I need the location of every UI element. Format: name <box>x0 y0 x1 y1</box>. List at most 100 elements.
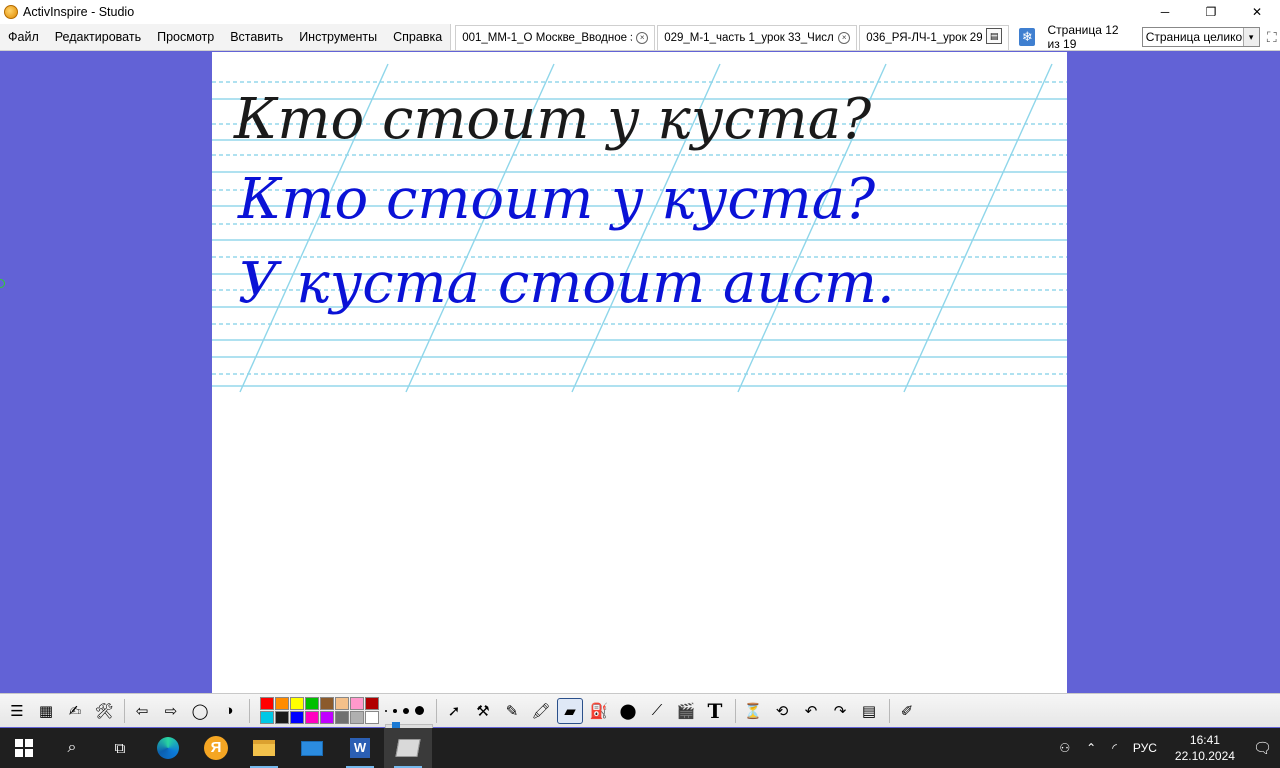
redo-icon[interactable]: ↷ <box>827 698 853 724</box>
clock-date: 22.10.2024 <box>1174 749 1235 763</box>
window-title: ActivInspire - Studio <box>23 5 135 19</box>
color-swatch[interactable] <box>365 711 379 724</box>
shape-icon[interactable]: ⬤ <box>615 698 641 724</box>
mail-icon[interactable] <box>288 728 336 768</box>
task-view-icon[interactable]: ⧉ <box>96 728 144 768</box>
start-button[interactable] <box>0 728 48 768</box>
word-icon[interactable]: W <box>336 728 384 768</box>
handwriting-sheet: Кто стоит у куста? Кто стоит у куста? У … <box>212 63 1067 393</box>
flipchart-page[interactable]: Кто стоит у куста? Кто стоит у куста? У … <box>212 52 1067 693</box>
color-swatch[interactable] <box>260 711 274 724</box>
eraser-icon[interactable]: ▰ <box>557 697 583 724</box>
folder-shape <box>253 740 275 756</box>
flipchart-settings-icon[interactable]: ❄ <box>1019 28 1036 46</box>
desktop-annotate-icon[interactable]: ✍ <box>62 698 88 724</box>
menu-view[interactable]: Просмотр <box>149 24 222 50</box>
highlighter-icon[interactable]: 🖍 <box>528 698 554 724</box>
desktop-tools-icon[interactable]: 🛠 <box>91 698 117 724</box>
pen-width-picker[interactable] <box>385 706 433 732</box>
page-counter: Страница 12 из 19 <box>1047 23 1119 51</box>
document-tab[interactable]: 001_ММ-1_О Москве_Вводное зан × <box>455 25 656 50</box>
resource-library-icon[interactable]: 🎬 <box>673 698 699 724</box>
fill-icon[interactable]: ⛽ <box>586 698 612 724</box>
previous-page-icon[interactable]: ⇦ <box>129 698 155 724</box>
chevron-down-icon[interactable]: ▾ <box>1242 28 1259 46</box>
activinspire-taskbar-icon[interactable] <box>384 728 432 768</box>
separator <box>889 698 890 723</box>
file-explorer-icon[interactable] <box>240 728 288 768</box>
pen-size-option[interactable] <box>403 707 409 714</box>
page-notes-icon[interactable]: ▤ <box>856 698 882 724</box>
pen-size-option[interactable] <box>393 708 397 713</box>
notifications-icon[interactable]: 🗨 <box>1245 739 1280 757</box>
pen-size-option[interactable] <box>385 709 387 712</box>
tab-label: 001_ММ-1_О Москве_Вводное зан <box>462 32 633 44</box>
document-tab[interactable]: 029_М-1_часть 1_урок 33_Число × <box>657 25 858 50</box>
menu-edit[interactable]: Редактировать <box>47 24 149 50</box>
menu-file[interactable]: Файл <box>0 24 47 50</box>
window-controls: ─ ❐ ✕ <box>1142 0 1280 24</box>
separator <box>735 698 736 723</box>
color-swatch[interactable] <box>365 697 379 710</box>
color-swatch[interactable] <box>290 711 304 724</box>
pen-size-option[interactable] <box>415 706 424 715</box>
activinspire-app-icon <box>4 5 18 19</box>
play-icon[interactable]: ◯ <box>187 698 213 724</box>
search-icon[interactable]: ⌕ <box>48 728 96 768</box>
text-tool-icon[interactable]: T <box>702 698 728 724</box>
zoom-select[interactable]: Страница целиком ▾ <box>1141 27 1260 47</box>
next-page-icon[interactable]: ⇨ <box>158 698 184 724</box>
fullscreen-icon[interactable]: ⛶ <box>1264 27 1280 47</box>
reset-page-icon[interactable]: ⟲ <box>769 698 795 724</box>
color-swatch[interactable] <box>305 711 319 724</box>
color-swatch[interactable] <box>320 697 334 710</box>
separator <box>436 698 437 723</box>
main-toolbox: ☰ ▦ ✍ 🛠 ⇦ ⇨ ◯ ◑ ➚ ⚒ ✎ 🖍 ▰ ⛽ ⬤ ⟋ 🎬 T ⏳ ⟲ … <box>0 693 1280 732</box>
pen-icon[interactable]: ✎ <box>499 698 525 724</box>
minimize-button[interactable]: ─ <box>1142 0 1188 24</box>
wifi-icon[interactable]: ◜ <box>1104 741 1125 755</box>
color-swatch[interactable] <box>275 711 289 724</box>
system-clock[interactable]: 16:41 22.10.2024 <box>1165 732 1245 764</box>
menu-tools[interactable]: Инструменты <box>291 24 385 50</box>
menu-tab-bar: Файл Редактировать Просмотр Вставить Инс… <box>0 23 1280 51</box>
clear-icon[interactable]: ⏳ <box>740 698 766 724</box>
color-swatch[interactable] <box>260 697 274 710</box>
edge-browser-icon[interactable] <box>144 728 192 768</box>
tab-label: 036_РЯ-ЛЧ-1_урок 29_ <box>866 32 983 44</box>
color-swatch[interactable] <box>305 697 319 710</box>
menu-help[interactable]: Справка <box>385 24 450 50</box>
windows-logo-icon <box>15 739 33 757</box>
document-tab-active[interactable]: 036_РЯ-ЛЧ-1_урок 29_ ▤ <box>859 25 1010 50</box>
menu-bar: Файл Редактировать Просмотр Вставить Инс… <box>0 24 452 50</box>
undo-icon[interactable]: ↶ <box>798 698 824 724</box>
color-swatch[interactable] <box>335 711 349 724</box>
tab-close-icon[interactable]: × <box>838 32 851 44</box>
input-language[interactable]: РУС <box>1125 741 1165 755</box>
maximize-button[interactable]: ❐ <box>1188 0 1234 24</box>
close-button[interactable]: ✕ <box>1234 0 1280 24</box>
color-swatch[interactable] <box>350 711 364 724</box>
select-pointer-icon[interactable]: ➚ <box>441 698 467 724</box>
separator <box>249 698 250 723</box>
color-swatch[interactable] <box>290 697 304 710</box>
color-swatch[interactable] <box>335 697 349 710</box>
menu-insert[interactable]: Вставить <box>222 24 291 50</box>
edge-logo <box>157 737 179 759</box>
tab-list-icon[interactable]: ▤ <box>986 28 1003 44</box>
color-swatch[interactable] <box>320 711 334 724</box>
page-extension-icon[interactable]: ◑ <box>216 698 242 724</box>
main-menu-icon[interactable]: ☰ <box>4 698 30 724</box>
color-swatch[interactable] <box>350 697 364 710</box>
tools-icon[interactable]: ⚒ <box>470 698 496 724</box>
design-mode-icon[interactable]: ✐ <box>894 698 920 724</box>
color-swatch[interactable] <box>275 697 289 710</box>
yandex-browser-icon[interactable]: Я <box>192 728 240 768</box>
flipchart-browser-icon[interactable]: ▦ <box>33 698 59 724</box>
connector-icon[interactable]: ⟋ <box>644 698 670 724</box>
tab-close-icon[interactable]: × <box>636 32 649 44</box>
handwritten-copy-line: Кто стоит у куста? <box>237 167 876 232</box>
people-icon[interactable]: ⚇ <box>1051 741 1078 755</box>
yandex-logo: Я <box>204 736 228 760</box>
chevron-up-icon[interactable]: ⌃ <box>1078 741 1104 755</box>
